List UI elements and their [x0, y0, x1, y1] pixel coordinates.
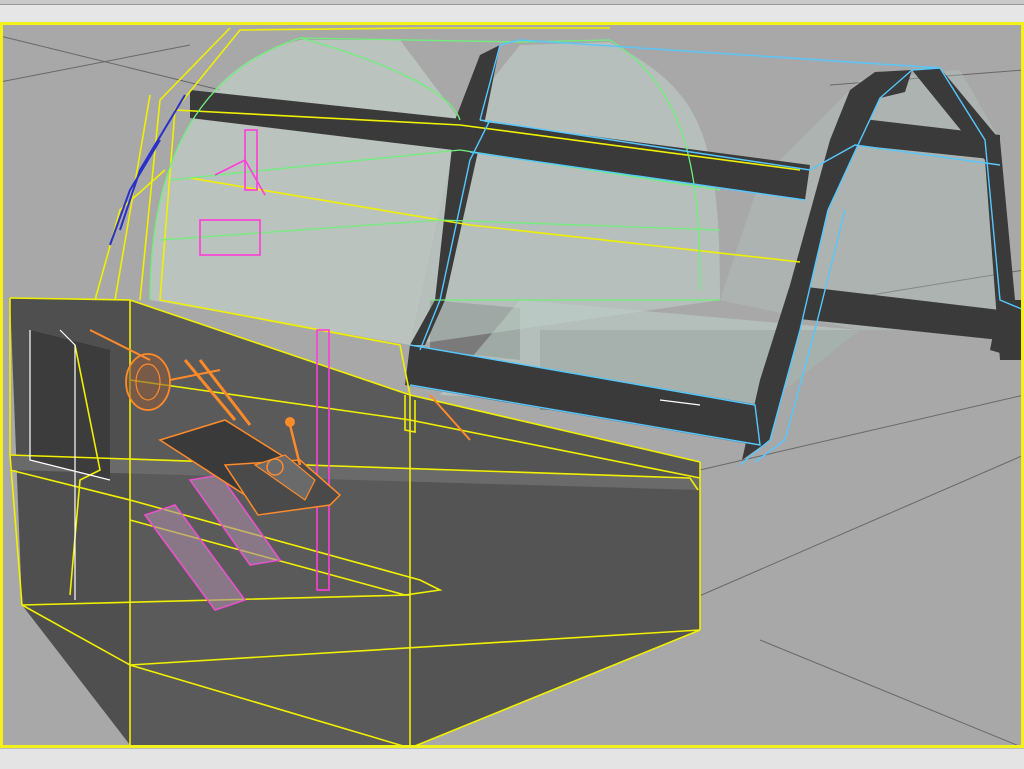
- status-bar: [0, 748, 1024, 769]
- title-bar: [0, 0, 1024, 5]
- scene-canvas: [0, 22, 1024, 748]
- viewport[interactable]: [0, 22, 1024, 748]
